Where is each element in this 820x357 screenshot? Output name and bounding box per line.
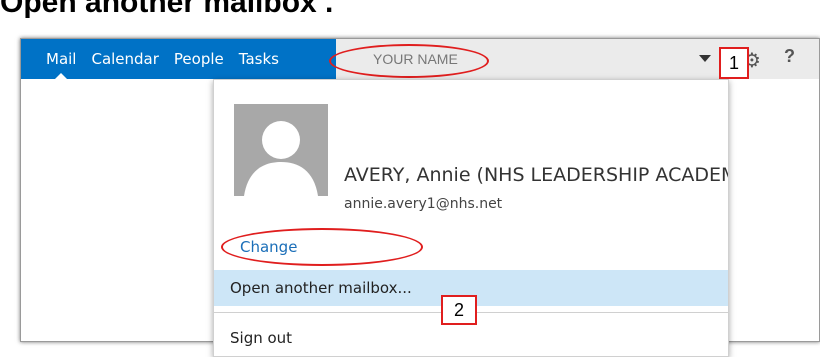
account-full-name: AVERY, Annie (NHS LEADERSHIP ACADEM [344, 164, 729, 186]
caret-down-icon[interactable] [699, 55, 711, 62]
nav-calendar[interactable]: Calendar [91, 39, 158, 79]
sign-out-label: Sign out [230, 329, 293, 347]
top-bar: Mail Calendar People Tasks YOUR NAME ⚙ ? [21, 39, 819, 79]
callout-number-2: 2 [441, 295, 477, 325]
active-caret-icon [55, 73, 68, 79]
nav-people[interactable]: People [174, 39, 224, 79]
annotation-ellipse-name [329, 44, 489, 78]
nav-tasks[interactable]: Tasks [239, 39, 279, 79]
callout-number-1: 1 [719, 47, 749, 79]
avatar [234, 104, 328, 196]
sign-out-item[interactable]: Sign out [214, 320, 728, 356]
nav-mail-label: Mail [46, 50, 77, 68]
help-button[interactable]: ? [784, 46, 795, 67]
person-icon [244, 121, 318, 196]
open-another-mailbox-label: Open another mailbox... [230, 279, 412, 297]
app-navigation: Mail Calendar People Tasks [21, 39, 336, 79]
nav-mail[interactable]: Mail [46, 39, 76, 79]
account-email: annie.avery1@nhs.net [344, 196, 503, 212]
instruction-headline: Open another mailbox’. [0, 0, 334, 19]
annotation-ellipse-open-mailbox [221, 228, 423, 266]
outlook-window: Mail Calendar People Tasks YOUR NAME ⚙ ?… [20, 38, 820, 357]
